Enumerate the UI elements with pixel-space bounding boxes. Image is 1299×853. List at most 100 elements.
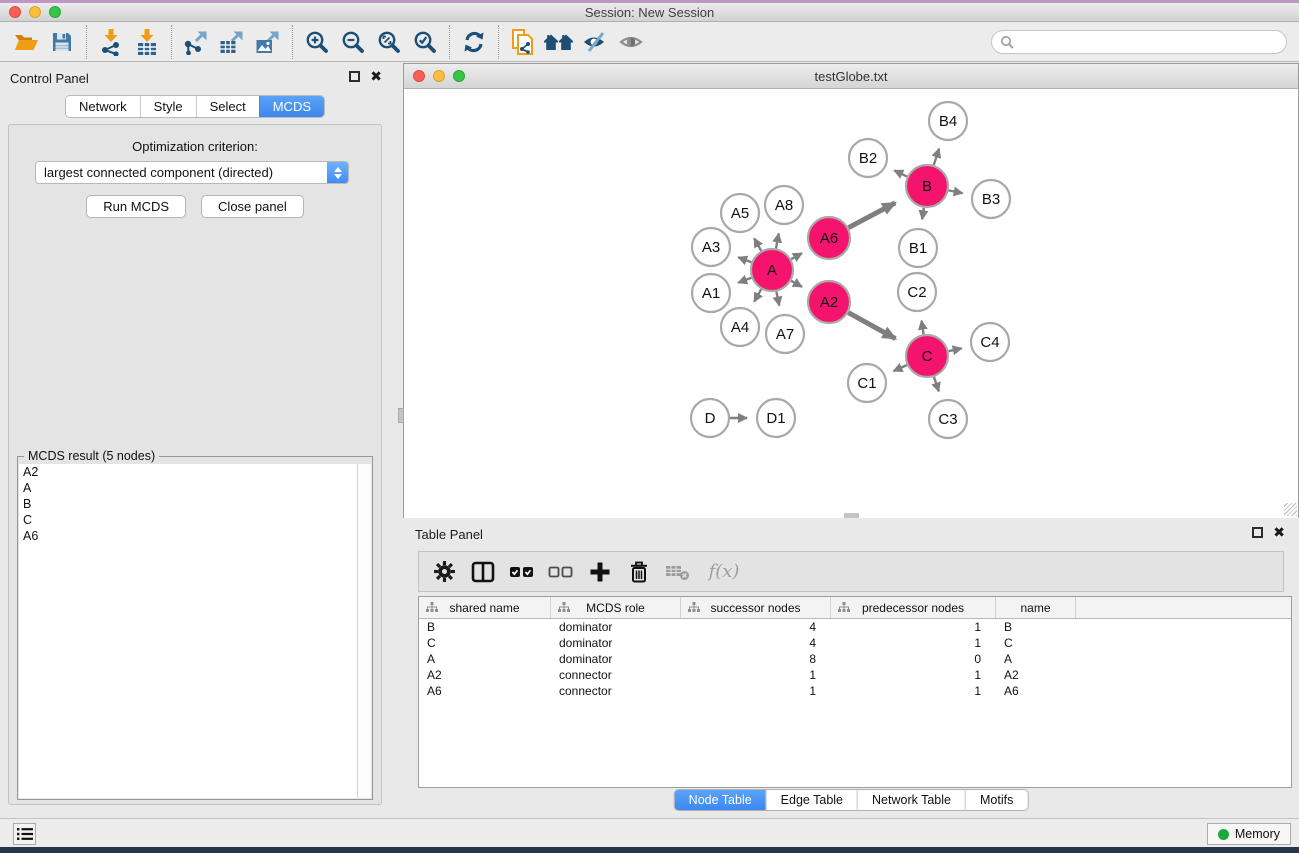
column-header-shared-name[interactable]: shared name <box>419 597 551 618</box>
show-column-button[interactable] <box>468 557 498 587</box>
run-mcds-button[interactable]: Run MCDS <box>86 195 186 218</box>
tab-select[interactable]: Select <box>196 96 259 117</box>
node-A[interactable]: A <box>751 249 793 291</box>
edge-A6-B[interactable] <box>848 203 895 228</box>
column-header-name[interactable]: name <box>996 597 1076 618</box>
edge-B-B2[interactable] <box>894 170 907 176</box>
edge-C-C1[interactable] <box>893 365 906 371</box>
select-all-button[interactable] <box>507 557 537 587</box>
node-B1[interactable]: B1 <box>899 229 937 267</box>
task-history-button[interactable] <box>13 823 36 845</box>
import-table-button[interactable] <box>129 25 165 59</box>
cell-shared-name[interactable]: A6 <box>419 684 551 698</box>
close-panel-icon[interactable]: ✖ <box>370 71 382 82</box>
cell-mcds-role[interactable]: dominator <box>551 636 681 650</box>
cell-successor-nodes[interactable]: 1 <box>681 668 831 682</box>
node-C1[interactable]: C1 <box>848 364 886 402</box>
edge-A-A8[interactable] <box>776 234 779 249</box>
node-B4[interactable]: B4 <box>929 102 967 140</box>
list-item[interactable]: B <box>19 496 357 512</box>
node-D1[interactable]: D1 <box>757 399 795 437</box>
node-B2[interactable]: B2 <box>849 139 887 177</box>
network-horizontal-scroll-thumb[interactable] <box>844 513 859 518</box>
tab-network[interactable]: Network <box>66 96 140 117</box>
cell-successor-nodes[interactable]: 1 <box>681 684 831 698</box>
new-network-button[interactable] <box>505 25 541 59</box>
node-B3[interactable]: B3 <box>972 180 1010 218</box>
edge-C-C2[interactable] <box>921 321 923 335</box>
node-A1[interactable]: A1 <box>692 274 730 312</box>
memory-button[interactable]: Memory <box>1207 823 1291 845</box>
close-panel-button[interactable]: Close panel <box>201 195 304 218</box>
search-input[interactable] <box>1019 35 1278 49</box>
table-row[interactable]: A6 connector 1 1 A6 <box>419 683 1291 699</box>
edge-A-A6[interactable] <box>791 253 802 259</box>
delete-table-button[interactable] <box>663 557 693 587</box>
export-image-button[interactable] <box>250 25 286 59</box>
edge-A-A1[interactable] <box>738 278 751 283</box>
cell-predecessor-nodes[interactable]: 1 <box>831 636 996 650</box>
table-settings-button[interactable] <box>429 557 459 587</box>
node-A3[interactable]: A3 <box>692 228 730 266</box>
column-header-predecessor-nodes[interactable]: predecessor nodes <box>831 597 996 618</box>
tab-node-table[interactable]: Node Table <box>675 790 766 810</box>
node-C4[interactable]: C4 <box>971 323 1009 361</box>
tab-motifs[interactable]: Motifs <box>965 790 1027 810</box>
list-item[interactable]: C <box>19 512 357 528</box>
cell-name[interactable]: A <box>996 652 1076 666</box>
edge-B-B1[interactable] <box>922 208 924 220</box>
cell-shared-name[interactable]: B <box>419 620 551 634</box>
delete-columns-button[interactable] <box>624 557 654 587</box>
edge-A-A2[interactable] <box>791 281 802 287</box>
float-panel-icon[interactable] <box>349 71 360 82</box>
column-header-successor-nodes[interactable]: successor nodes <box>681 597 831 618</box>
cell-predecessor-nodes[interactable]: 1 <box>831 668 996 682</box>
zoom-fit-button[interactable] <box>371 25 407 59</box>
export-network-button[interactable] <box>178 25 214 59</box>
network-canvas[interactable]: B4B2BB3A5A8A6A3B1AC2A1A2A4A7C4CC1C3DD1 <box>404 90 1298 518</box>
show-graphics-details-button[interactable] <box>613 25 649 59</box>
node-C[interactable]: C <box>906 335 948 377</box>
cell-name[interactable]: C <box>996 636 1076 650</box>
add-column-button[interactable] <box>585 557 615 587</box>
tab-mcds[interactable]: MCDS <box>259 96 324 117</box>
table-row[interactable]: A2 connector 1 1 A2 <box>419 667 1291 683</box>
node-A2[interactable]: A2 <box>808 281 850 323</box>
search-field[interactable] <box>991 30 1287 54</box>
cell-name[interactable]: B <box>996 620 1076 634</box>
apply-layout-button[interactable] <box>456 25 492 59</box>
cell-shared-name[interactable]: A <box>419 652 551 666</box>
list-item[interactable]: A2 <box>19 464 357 480</box>
table-row[interactable]: A dominator 8 0 A <box>419 651 1291 667</box>
zoom-in-button[interactable] <box>299 25 335 59</box>
cell-shared-name[interactable]: C <box>419 636 551 650</box>
save-session-button[interactable] <box>44 25 80 59</box>
node-B[interactable]: B <box>906 165 948 207</box>
edge-A-A3[interactable] <box>738 257 751 262</box>
node-A6[interactable]: A6 <box>808 217 850 259</box>
edge-B-B3[interactable] <box>949 190 963 193</box>
node-D[interactable]: D <box>691 399 729 437</box>
close-table-panel-icon[interactable]: ✖ <box>1273 527 1285 538</box>
list-item[interactable]: A <box>19 480 357 496</box>
cell-mcds-role[interactable]: dominator <box>551 652 681 666</box>
cell-name[interactable]: A6 <box>996 684 1076 698</box>
node-C2[interactable]: C2 <box>898 273 936 311</box>
node-A8[interactable]: A8 <box>765 186 803 224</box>
edge-A2-C[interactable] <box>848 313 895 339</box>
tab-edge-table[interactable]: Edge Table <box>766 790 857 810</box>
import-network-button[interactable] <box>93 25 129 59</box>
zoom-out-button[interactable] <box>335 25 371 59</box>
list-scrollbar[interactable] <box>357 464 371 798</box>
cell-successor-nodes[interactable]: 8 <box>681 652 831 666</box>
edge-B-B4[interactable] <box>934 149 939 165</box>
cell-successor-nodes[interactable]: 4 <box>681 620 831 634</box>
float-table-panel-icon[interactable] <box>1252 527 1263 538</box>
edge-A-A4[interactable] <box>754 289 761 302</box>
cell-predecessor-nodes[interactable]: 1 <box>831 684 996 698</box>
table-row[interactable]: C dominator 4 1 C <box>419 635 1291 651</box>
edge-C-C4[interactable] <box>948 348 961 351</box>
node-C3[interactable]: C3 <box>929 400 967 438</box>
deselect-all-button[interactable] <box>546 557 576 587</box>
open-file-button[interactable] <box>8 25 44 59</box>
